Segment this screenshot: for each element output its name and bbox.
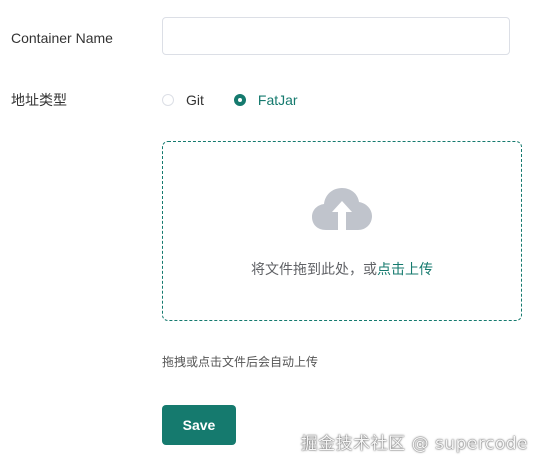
radio-git-circle[interactable] (162, 94, 174, 106)
click-upload-link[interactable]: 点击上传 (377, 262, 433, 278)
radio-git-label: Git (186, 92, 204, 108)
cloud-upload-icon (312, 188, 372, 230)
radio-fatjar-label: FatJar (257, 92, 298, 108)
upload-dropzone[interactable]: 将文件拖到此处，或点击上传 (162, 141, 522, 321)
upload-text-prefix: 将文件拖到此处，或 (251, 262, 377, 278)
watermark: 掘金技术社区 @ supercode (300, 434, 528, 454)
upload-tip: 拖拽或点击文件后会自动上传 (162, 355, 319, 369)
address-type-label: 地址类型 (11, 92, 67, 108)
save-button[interactable]: Save (162, 405, 236, 445)
address-type-radio-group: Git FatJar (162, 90, 328, 110)
container-name-input[interactable] (162, 17, 510, 55)
radio-fatjar[interactable]: FatJar (233, 92, 298, 108)
radio-fatjar-circle[interactable] (233, 94, 246, 106)
container-name-label: Container Name (11, 30, 113, 46)
upload-instruction: 将文件拖到此处，或点击上传 (163, 259, 521, 279)
radio-git[interactable]: Git (162, 92, 204, 108)
